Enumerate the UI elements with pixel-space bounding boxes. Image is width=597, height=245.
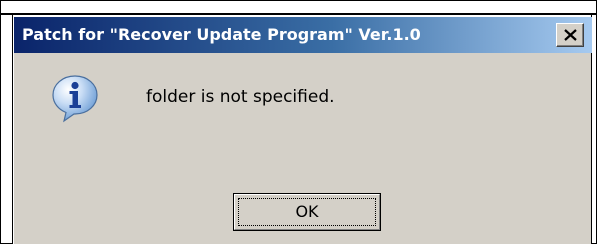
close-icon bbox=[564, 29, 577, 41]
ok-button-label: OK bbox=[295, 202, 319, 221]
ok-button[interactable]: OK bbox=[233, 193, 381, 231]
dialog-body: folder is not specified. OK bbox=[14, 53, 592, 245]
frame-divider bbox=[0, 13, 597, 15]
dialog-titlebar[interactable]: Patch for "Recover Update Program" Ver.1… bbox=[14, 17, 592, 53]
message-dialog: Patch for "Recover Update Program" Ver.1… bbox=[13, 16, 592, 245]
dialog-message: folder is not specified. bbox=[146, 87, 335, 107]
close-button[interactable] bbox=[556, 23, 584, 47]
dialog-title: Patch for "Recover Update Program" Ver.1… bbox=[22, 25, 421, 44]
info-icon bbox=[52, 75, 98, 123]
